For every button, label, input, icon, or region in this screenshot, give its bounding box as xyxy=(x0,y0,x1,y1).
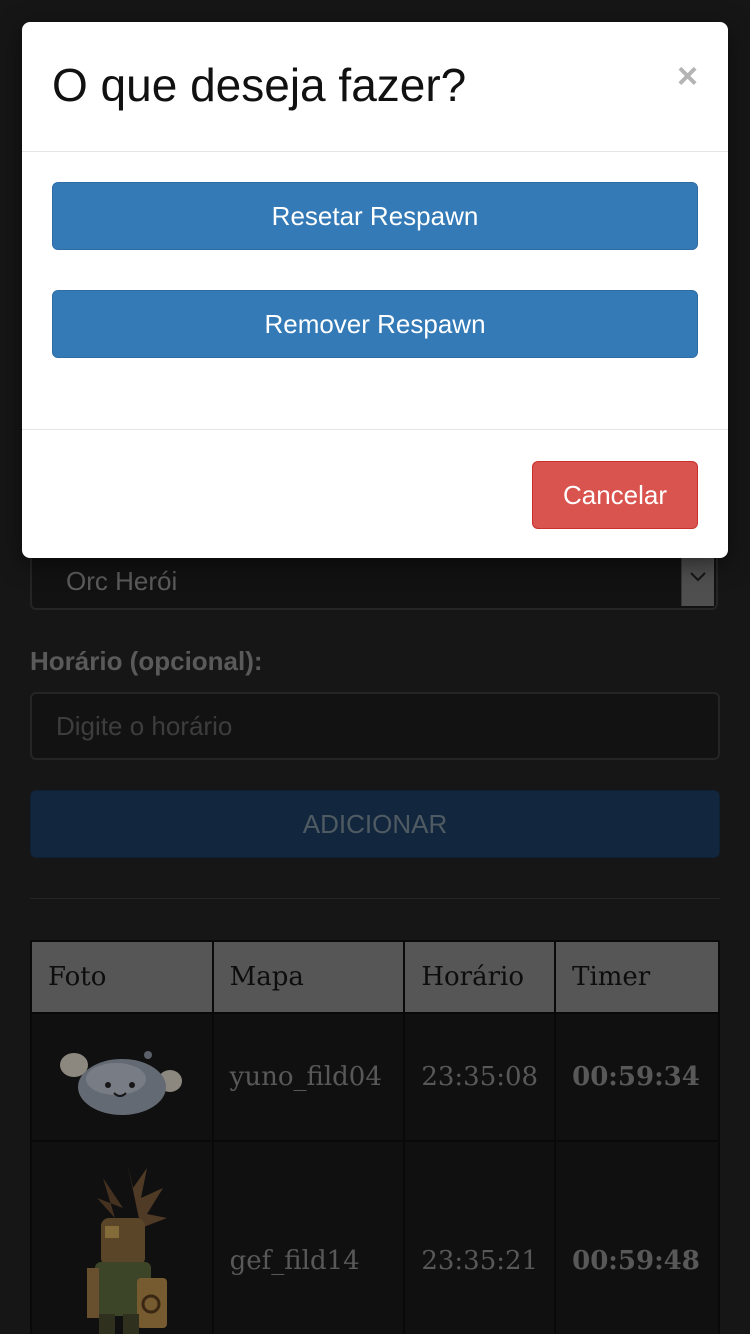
reset-respawn-button[interactable]: Resetar Respawn xyxy=(52,182,698,250)
modal-title: O que deseja fazer? xyxy=(52,59,467,111)
remove-respawn-button[interactable]: Remover Respawn xyxy=(52,290,698,358)
modal-header: O que deseja fazer? × xyxy=(22,22,728,152)
action-modal: O que deseja fazer? × Resetar Respawn Re… xyxy=(22,22,728,558)
close-icon[interactable]: × xyxy=(677,58,698,94)
cancel-button[interactable]: Cancelar xyxy=(532,461,698,529)
modal-body: Resetar Respawn Remover Respawn xyxy=(22,152,728,429)
page: Orc Herói Horário (opcional): ADICIONAR … xyxy=(0,0,750,1334)
modal-footer: Cancelar xyxy=(22,429,728,558)
